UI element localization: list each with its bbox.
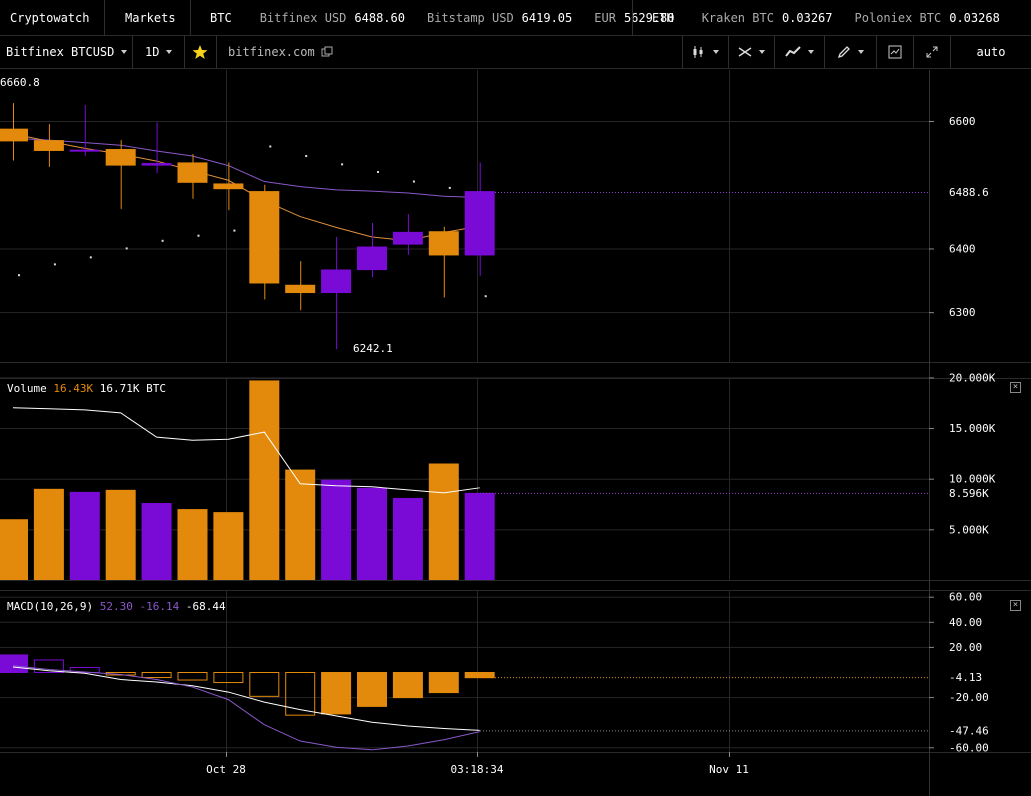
psar-dot bbox=[125, 247, 128, 250]
candle-down bbox=[285, 284, 316, 294]
close-macd-icon[interactable]: × bbox=[1010, 600, 1021, 611]
candle-up bbox=[357, 246, 387, 271]
macd-tick-label: -20.00 bbox=[949, 691, 989, 704]
volume-tick-label: 10.000K bbox=[949, 473, 996, 486]
psar-dot bbox=[161, 239, 164, 242]
time-axis-label: 03:18:34 bbox=[451, 763, 504, 776]
current-hist-label: -4.13 bbox=[949, 671, 982, 684]
psar-dot bbox=[233, 229, 236, 232]
macd-tick-label: 40.00 bbox=[949, 616, 982, 629]
price-tick-label: 6300 bbox=[949, 306, 976, 319]
macd-label: MACD(10,26,9) bbox=[7, 600, 94, 613]
price-high-label: 6660.8 bbox=[0, 76, 40, 89]
candle-up bbox=[321, 269, 352, 294]
macd-histogram-bar bbox=[249, 672, 280, 697]
current-price-label: 6488.6 bbox=[949, 186, 989, 199]
psar-dot bbox=[197, 234, 200, 237]
psar-dot bbox=[89, 256, 92, 259]
volume-label: Volume bbox=[7, 382, 47, 395]
volume-bar bbox=[464, 492, 495, 580]
current-macd-label: -47.46 bbox=[949, 724, 989, 737]
current-volume-label: 8.596K bbox=[949, 487, 989, 500]
time-axis-label: Nov 11 bbox=[709, 763, 749, 776]
candle-down bbox=[428, 231, 459, 256]
volume-bar bbox=[105, 489, 136, 580]
candle-down bbox=[249, 191, 280, 284]
volume-bar bbox=[141, 503, 172, 580]
volume-bar bbox=[428, 463, 459, 580]
volume-legend: Volume 16.43K 16.71K BTC bbox=[7, 382, 166, 395]
price-low-label: 6242.1 bbox=[353, 342, 393, 355]
volume-bar bbox=[285, 469, 316, 580]
psar-dot bbox=[377, 170, 379, 173]
volume-value-b: 16.71K bbox=[99, 382, 140, 395]
macd-value-b: -16.14 bbox=[139, 600, 180, 613]
close-volume-icon[interactable]: × bbox=[1010, 382, 1021, 393]
psar-dot bbox=[448, 186, 451, 189]
candle-down bbox=[105, 149, 136, 166]
price-tick-label: 6400 bbox=[949, 242, 976, 255]
psar-dot bbox=[305, 155, 308, 158]
macd-histogram-bar bbox=[285, 672, 316, 716]
volume-tick-label: 5.000K bbox=[949, 523, 989, 536]
macd-value-c: -68.44 bbox=[185, 600, 226, 613]
volume-bar bbox=[249, 380, 280, 580]
volume-value-a: 16.43K bbox=[53, 382, 94, 395]
psar-dot bbox=[269, 145, 272, 148]
macd-histogram-bar bbox=[428, 672, 459, 694]
volume-bar bbox=[33, 488, 64, 580]
candle-down bbox=[177, 162, 208, 183]
candle-down bbox=[33, 140, 64, 151]
candle-down bbox=[0, 128, 28, 142]
macd-value-a: 52.30 bbox=[99, 600, 133, 613]
candle-down bbox=[213, 183, 244, 190]
macd-legend: MACD(10,26,9) 52.30 -16.14 -68.44 bbox=[7, 600, 226, 613]
psar-dot bbox=[53, 263, 56, 266]
macd-histogram-bar bbox=[213, 672, 244, 684]
volume-sma-line bbox=[12, 407, 480, 494]
psar-dot bbox=[412, 180, 415, 183]
macd-histogram-bar bbox=[464, 672, 495, 679]
volume-unit: BTC bbox=[146, 382, 166, 395]
candle-up bbox=[464, 191, 495, 256]
candle-up bbox=[141, 163, 172, 166]
volume-tick-label: 15.000K bbox=[949, 422, 996, 435]
volume-tick-label: 20.000K bbox=[949, 371, 996, 384]
volume-bar bbox=[0, 519, 28, 580]
sma-long-line bbox=[12, 137, 480, 198]
psar-dot bbox=[341, 163, 344, 166]
macd-tick-label: 60.00 bbox=[949, 591, 982, 604]
macd-histogram-bar bbox=[0, 654, 28, 673]
candle-up bbox=[392, 231, 423, 245]
macd-histogram-bar bbox=[357, 672, 387, 707]
macd-tick-label: 20.00 bbox=[949, 641, 982, 654]
macd-histogram-bar bbox=[392, 672, 423, 699]
volume-bar bbox=[69, 491, 100, 580]
volume-bar bbox=[321, 479, 352, 580]
macd-histogram-bar bbox=[141, 672, 172, 679]
volume-bar bbox=[177, 509, 208, 580]
price-tick-label: 6600 bbox=[949, 115, 976, 128]
volume-bar bbox=[392, 497, 423, 580]
psar-dot bbox=[484, 295, 487, 298]
macd-histogram-bar bbox=[321, 672, 352, 715]
time-axis-label: Oct 28 bbox=[206, 763, 246, 776]
price-chart[interactable]: 6600 6400 6300 6660.8 6488.6 6242.1 20.000K 15.… bbox=[0, 0, 1031, 796]
volume-bar bbox=[357, 487, 387, 580]
candle-up bbox=[69, 149, 100, 152]
psar-dot bbox=[18, 274, 20, 277]
macd-histogram-bar bbox=[177, 672, 208, 681]
macd-tick-label: -60.00 bbox=[949, 741, 989, 754]
volume-bar bbox=[213, 512, 244, 580]
